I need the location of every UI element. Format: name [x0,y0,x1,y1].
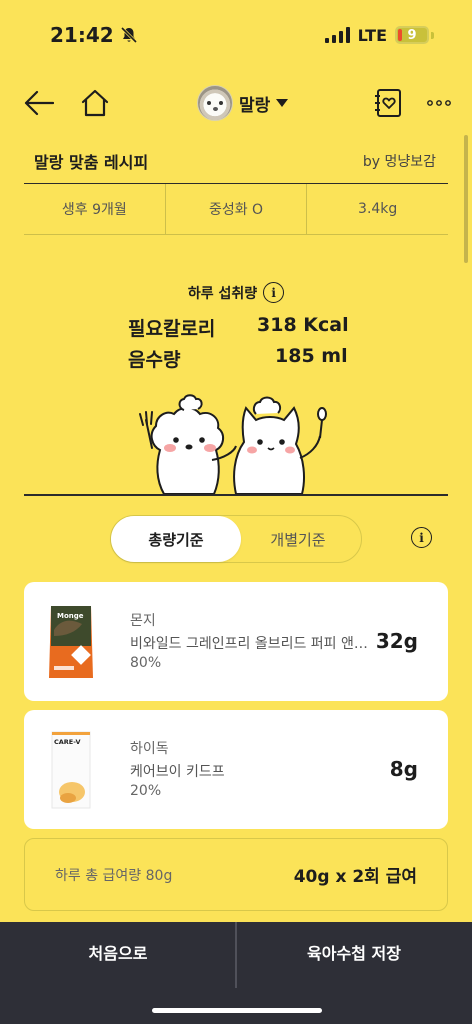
back-button[interactable] [22,86,56,120]
fork-icon [139,411,153,449]
status-indicators: LTE 9 [324,25,434,45]
toggle-total[interactable]: 총량기준 [111,516,241,562]
total-label: 하루 총 급여량 80g [55,867,173,884]
pet-avatar [197,85,233,121]
scrollbar[interactable] [464,135,468,263]
info-icon[interactable]: i [263,282,285,303]
recipe-header: 말랑 맞춤 레시피 by 멍냥보감 [24,138,448,184]
battery-icon: 9 [395,26,429,44]
time-text: 21:42 [50,23,114,47]
signal-icon [324,27,350,43]
water-label: 음수량 [128,349,181,371]
intake-title: 하루 섭취량 i [0,282,472,303]
intake-title-text: 하루 섭취량 [187,285,258,302]
status-time: 21:42 [50,23,138,47]
food-package-image: CARE-V [51,731,91,809]
notebook-heart-icon [375,89,401,117]
arrow-left-icon [24,90,54,116]
battery-level [398,29,402,41]
info-icon: i [411,527,432,548]
spoon-icon [317,407,327,439]
food-card[interactable]: Monge 몬지 비와일드 그레인프리 올브리드 퍼피 앤 주니어 80% 32… [24,582,448,701]
food-grams: 32g [375,629,418,653]
bell-muted-icon [120,26,137,44]
water-value: 185 ml [275,345,348,367]
food-brand: 하이독 [130,741,169,757]
cat-character [233,396,321,495]
dog-character [150,394,237,495]
diary-button[interactable] [372,86,404,120]
toggle-info-button[interactable]: i [411,527,432,548]
pet-name: 말랑 [239,95,271,116]
more-button[interactable] [426,86,452,120]
recipe-title: 말랑 맞춤 레시피 [34,152,149,172]
save-diary-button[interactable]: 육아수첩 저장 [236,922,472,982]
start-over-button[interactable]: 처음으로 [0,922,236,982]
network-label: LTE [357,25,387,45]
pet-neutered: 중성화 O [166,184,308,234]
food-package-image: Monge [49,606,93,678]
home-button[interactable] [78,86,112,120]
battery-tip [431,31,434,39]
top-navigation: 말랑 [0,80,472,128]
food-name: 비와일드 그레인프리 올브리드 퍼피 앤 주니어 [130,636,368,652]
total-value: 40g x 2회 급여 [293,867,417,887]
chef-pets-illustration [139,394,327,495]
bottom-divider [235,922,237,988]
food-percent: 20% [130,783,162,799]
pet-age: 생후 9개월 [24,184,166,234]
battery-text: 9 [407,27,417,43]
toggle-individual[interactable]: 개별기준 [233,516,363,562]
package-brand-text: Monge [57,612,84,620]
food-name: 케어브이 키드프 [130,764,225,780]
home-icon [81,89,109,117]
daily-intake-section: 하루 섭취량 i [0,282,472,303]
package-brand-text: CARE-V [54,738,81,746]
recipe-author: by 멍냥보감 [362,153,436,170]
calorie-label: 필요칼로리 [128,318,216,340]
daily-total-box: 하루 총 급여량 80g 40g x 2회 급여 [24,838,448,911]
status-bar: 21:42 LTE 9 [0,0,472,70]
food-percent: 80% [130,655,162,671]
pet-info-row: 생후 9개월 중성화 O 3.4kg [24,184,448,235]
more-dots-icon [427,100,451,106]
home-indicator[interactable] [152,1008,322,1013]
divider-line [24,494,448,496]
food-card[interactable]: CARE-V 하이독 케어브이 키드프 20% 8g [24,710,448,829]
pet-selector[interactable]: 말랑 [197,84,289,122]
food-grams: 8g [389,757,418,781]
pet-weight: 3.4kg [358,201,398,217]
calorie-value: 318 Kcal [257,314,349,336]
food-brand: 몬지 [130,613,156,629]
basis-toggle[interactable]: 개별기준 총량기준 [110,515,362,563]
caret-down-icon [276,99,289,107]
